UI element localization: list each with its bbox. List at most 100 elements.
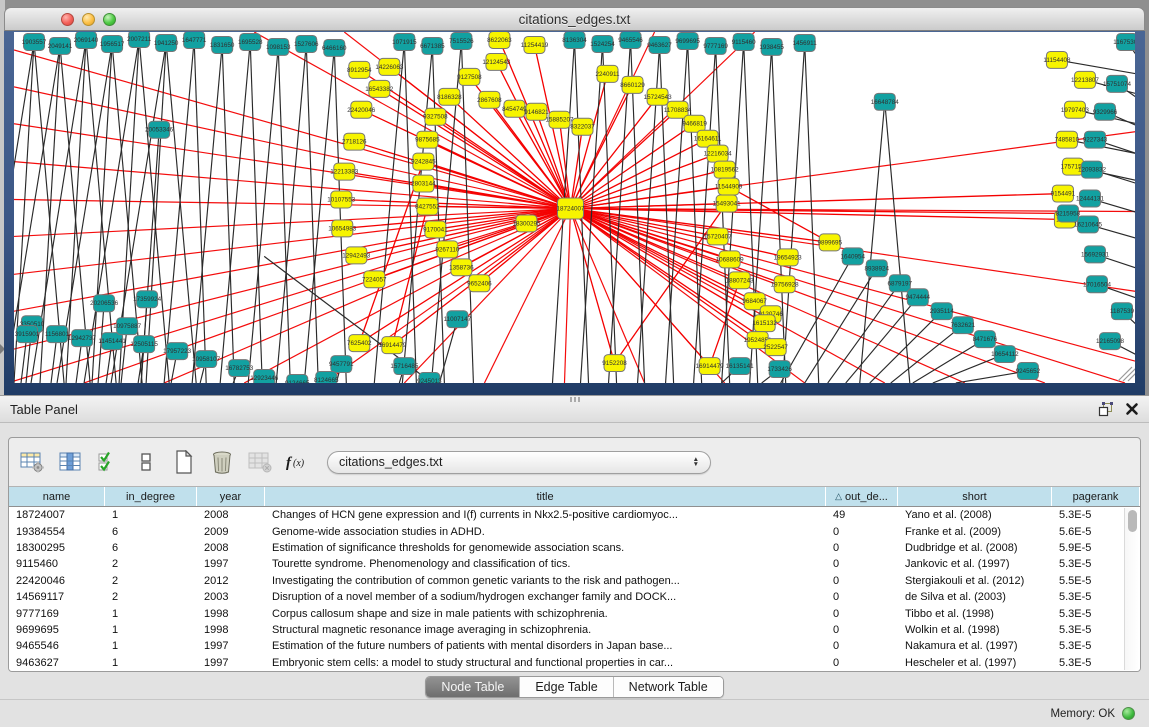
graph-node[interactable]: 16135141 (726, 358, 755, 375)
graph-node[interactable]: 9245652 (1016, 363, 1041, 380)
graph-node[interactable]: 7632621 (951, 317, 976, 334)
citation-graph[interactable]: 1872400712124543912750881863289327508987… (14, 32, 1135, 383)
graph-node[interactable]: 12505115 (130, 336, 158, 353)
graph-node[interactable]: 9652406 (467, 275, 492, 292)
table-scrollbar[interactable] (1124, 508, 1139, 670)
table-row[interactable]: 1938455462009Genome-wide association stu… (9, 523, 1140, 539)
graph-node[interactable]: 9245013 (417, 373, 442, 383)
graph-node[interactable]: 10107553 (327, 191, 356, 208)
graph-node[interactable]: 16543382 (365, 80, 394, 97)
graph-node[interactable]: 8124665 (314, 372, 339, 383)
graph-node[interactable]: 9124665 (285, 375, 310, 383)
scrollbar-thumb[interactable] (1128, 510, 1137, 532)
graph-node[interactable]: 1903557 (22, 33, 47, 50)
graph-node[interactable]: 17957223 (163, 343, 192, 360)
graph-node[interactable]: 11675309 (1113, 33, 1135, 50)
graph-node[interactable]: 12942737 (68, 330, 97, 347)
graph-node[interactable]: 8912954 (347, 61, 372, 78)
column-header-name[interactable]: name (9, 487, 105, 506)
graph-node[interactable]: 2069140 (74, 32, 99, 48)
close-panel-icon[interactable] (1125, 402, 1139, 416)
show-columns-icon[interactable] (57, 450, 83, 474)
graph-node[interactable]: 14226063 (375, 58, 404, 75)
graph-node[interactable]: 15720407 (704, 228, 733, 245)
graph-node[interactable]: 7625402 (347, 335, 372, 352)
graph-node[interactable]: 20053346 (145, 121, 174, 138)
table-row[interactable]: 911546021997Tourette syndrome. Phenomeno… (9, 556, 1140, 572)
graph-node[interactable]: 17359924 (133, 291, 162, 308)
graph-node[interactable]: 2240911 (596, 65, 621, 82)
graph-node[interactable]: 9242845 (411, 153, 436, 170)
graph-node[interactable]: 12165098 (1096, 333, 1125, 350)
network-canvas[interactable]: 1872400712124543912750881863289327508987… (14, 32, 1135, 383)
graph-node[interactable]: 9466819 (682, 115, 707, 132)
column-header-in_degree[interactable]: in_degree (105, 487, 197, 506)
column-checks-icon[interactable] (95, 450, 121, 474)
graph-node[interactable]: 11451441 (98, 333, 126, 350)
tab-node-table[interactable]: Node Table (426, 677, 519, 697)
graph-node[interactable]: 3915901 (15, 326, 40, 343)
graph-node[interactable]: 15716485 (390, 358, 419, 375)
graph-node[interactable]: 12216034 (704, 145, 733, 162)
graph-node[interactable]: 8215958 (1056, 205, 1081, 222)
graph-node[interactable]: 9154491 (1051, 185, 1076, 202)
graph-node[interactable]: 1615132 (752, 315, 777, 332)
graph-node[interactable]: 16648784 (871, 93, 900, 110)
graph-node[interactable]: 12942493 (342, 247, 371, 264)
table-selector-dropdown[interactable]: citations_edges.txt ▲▼ (327, 451, 711, 474)
graph-node[interactable]: 2935114 (930, 303, 955, 320)
column-header-out_de[interactable]: △out_de... (826, 487, 898, 506)
graph-node[interactable]: 12093832 (1078, 161, 1107, 178)
graph-node[interactable]: 22420046 (347, 101, 376, 118)
graph-node[interactable]: 7485810 (1055, 131, 1080, 148)
graph-node[interactable]: 10975887 (113, 318, 142, 335)
graph-node[interactable]: 10688609 (716, 251, 745, 268)
graph-node[interactable]: 6671385 (420, 37, 445, 54)
graph-node[interactable]: 17016504 (1083, 276, 1112, 293)
graph-node[interactable]: 11154408 (1043, 51, 1071, 68)
network-window-titlebar[interactable]: citations_edges.txt (4, 7, 1145, 31)
graph-node[interactable]: 9699695 (675, 32, 700, 49)
table-settings-icon[interactable] (19, 450, 45, 474)
graph-node[interactable]: 9267110 (435, 241, 460, 258)
graph-node[interactable]: 1098153 (266, 38, 291, 55)
graph-node[interactable]: 1956517 (100, 35, 125, 52)
graph-node[interactable]: 8622063 (487, 32, 512, 48)
graph-node[interactable]: 9152208 (602, 355, 627, 372)
table-row[interactable]: 969969511998Structural magnetic resonanc… (9, 622, 1140, 638)
graph-node[interactable]: 19756928 (771, 276, 800, 293)
graph-node[interactable]: 9899695 (817, 234, 842, 251)
column-header-year[interactable]: year (197, 487, 265, 506)
graph-node[interactable]: 9115460 (732, 33, 757, 50)
graph-node[interactable]: 1695528 (238, 33, 263, 50)
graph-node[interactable]: 12444131 (1076, 190, 1105, 207)
new-document-icon[interactable] (171, 450, 197, 474)
graph-node[interactable]: 2049141 (48, 37, 73, 54)
graph-node[interactable]: 9465546 (618, 32, 643, 48)
graph-node[interactable]: 19654923 (774, 249, 803, 266)
graph-node[interactable]: 18724007 (556, 198, 585, 219)
table-row[interactable]: 1456911722003Disruption of a novel membe… (9, 589, 1140, 605)
graph-node[interactable]: 1456911 (793, 34, 818, 51)
graph-node[interactable]: 16914479 (696, 358, 725, 375)
float-window-icon[interactable] (1098, 402, 1113, 417)
graph-node[interactable]: 8136304 (562, 32, 587, 48)
graph-node[interactable]: 9457791 (329, 356, 354, 373)
graph-node[interactable]: 1831650 (210, 36, 235, 53)
delete-trash-icon[interactable] (209, 450, 235, 474)
graph-node[interactable]: 7515526 (449, 32, 474, 49)
canvas-resize-grip[interactable] (1118, 367, 1135, 381)
graph-node[interactable]: 9127508 (457, 68, 482, 85)
tab-network-table[interactable]: Network Table (613, 677, 723, 697)
table-row[interactable]: 1830029562008Estimation of significance … (9, 540, 1140, 556)
graph-node[interactable]: 9777169 (703, 37, 728, 54)
table-row[interactable]: 946362711997Embryonic stem cells: a mode… (9, 655, 1140, 671)
graph-node[interactable]: 1527606 (294, 35, 319, 52)
graph-node[interactable]: 8938924 (865, 260, 890, 277)
graph-node[interactable]: 15692931 (1081, 246, 1110, 263)
graph-node[interactable]: 15493041 (713, 195, 742, 212)
graph-node[interactable]: 2803144 (411, 175, 436, 192)
graph-node[interactable]: 8322037 (570, 118, 595, 135)
graph-node[interactable]: 18300295 (512, 215, 541, 232)
graph-node[interactable]: 1647771 (182, 32, 207, 48)
